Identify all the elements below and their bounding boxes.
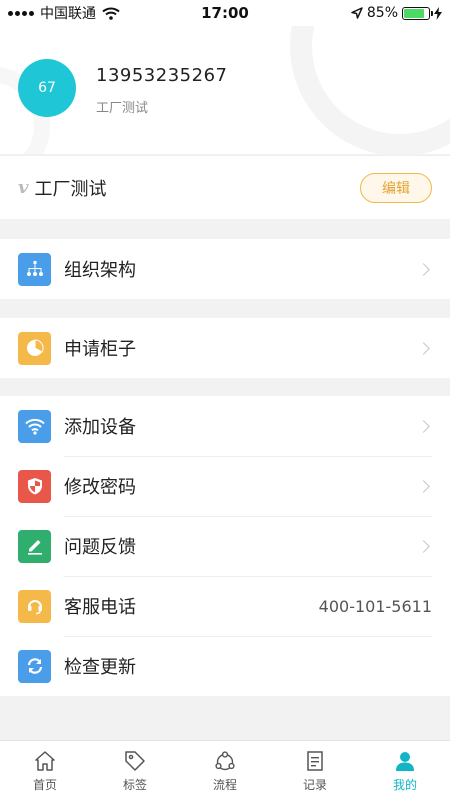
profile-header: 67 13953235267 工厂测试 [0,26,450,154]
menu-group-org: 组织架构 [0,239,450,299]
chevron-right-icon [417,419,430,433]
edit-button[interactable]: 编辑 [360,172,432,203]
org-chart-icon [18,252,51,286]
menu-label: 申请柜子 [64,339,136,360]
document-icon [307,750,323,771]
tag-icon [125,750,145,771]
battery-fill [404,8,425,18]
menu-label: 添加设备 [64,417,136,438]
menu-item-org[interactable]: 组织架构 [0,239,450,299]
pie-chart-icon [18,331,51,365]
battery-icon [402,6,433,20]
tab-records[interactable]: 记录 [270,741,360,800]
menu-label: 检查更新 [64,657,136,678]
user-icon [396,751,414,771]
status-time: 17:00 [201,4,249,22]
decorative-ring [290,26,450,154]
tab-label: 标签 [122,777,147,792]
verified-v-icon: v [18,177,29,198]
refresh-icon [18,649,51,683]
status-bar: 中国联通 17:00 85% [0,0,450,26]
menu-label: 客服电话 [64,597,136,618]
flow-cycle-icon [215,750,235,770]
menu-label: 问题反馈 [64,537,136,558]
tab-label: 流程 [212,777,237,792]
avatar[interactable]: 67 [18,59,76,117]
menu-item-customer-service[interactable]: 客服电话 400-101-5611 [0,576,450,636]
charging-bolt-icon [434,6,442,20]
tab-label: 我的 [392,777,417,792]
menu-item-change-password[interactable]: 修改密码 [0,456,450,516]
battery-percent: 85% [366,5,398,21]
carrier-label: 中国联通 [40,6,96,22]
menu-label: 修改密码 [64,477,136,498]
status-left: 中国联通 [8,3,158,23]
tab-home[interactable]: 首页 [0,741,90,800]
chevron-right-icon [417,262,430,276]
headset-icon [18,589,51,623]
tab-flow[interactable]: 流程 [180,741,270,800]
menu-item-apply-cabinet[interactable]: 申请柜子 [0,318,450,378]
bottom-tab-bar: 首页 标签 流程 记录 我的 [0,740,450,800]
service-phone-number[interactable]: 400-101-5611 [319,597,432,616]
status-right: 85% [292,5,442,21]
location-arrow-icon [351,7,363,19]
chevron-right-icon [417,479,430,493]
tab-mine[interactable]: 我的 [360,741,450,800]
chevron-right-icon [417,341,430,355]
edit-icon [18,529,51,563]
wifi-icon [18,409,51,443]
company-row: v 工厂测试 编辑 [0,155,450,219]
company-name: 工厂测试 [34,178,107,200]
home-icon [35,750,55,771]
menu-group-apply: 申请柜子 [0,318,450,378]
menu-item-feedback[interactable]: 问题反馈 [0,516,450,576]
menu-label: 组织架构 [64,260,136,281]
tab-label: 首页 [32,777,57,792]
shield-icon [18,469,51,503]
menu-group-settings: 添加设备 修改密码 问题反馈 客服电话 400-101-5611 检查更新 [0,396,450,696]
menu-item-add-device[interactable]: 添加设备 [0,396,450,456]
menu-item-check-update[interactable]: 检查更新 [0,636,450,696]
tab-tags[interactable]: 标签 [90,741,180,800]
tab-label: 记录 [302,777,327,792]
signal-icon [8,10,34,16]
chevron-right-icon [417,539,430,553]
wifi-status-icon [102,7,120,20]
user-phone: 13953235267 [96,65,228,86]
user-company: 工厂测试 [96,101,149,116]
